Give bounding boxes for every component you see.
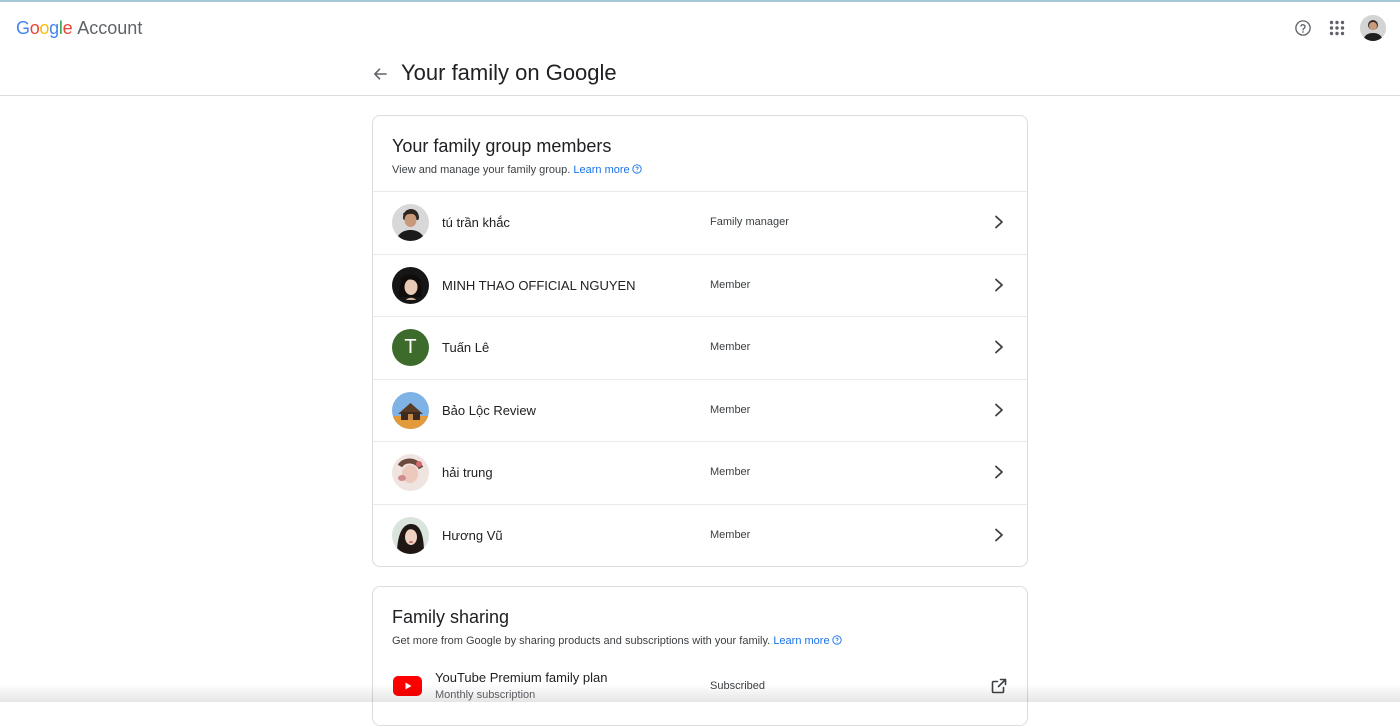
- member-name: hải trung: [442, 465, 493, 480]
- avatar-letter: T: [392, 329, 429, 366]
- member-row[interactable]: Bảo Lộc Review Member: [373, 379, 1027, 442]
- member-name: Bảo Lộc Review: [442, 403, 536, 418]
- members-description-text: View and manage your family group.: [392, 164, 570, 176]
- member-avatar: [392, 392, 429, 429]
- family-sharing-card: Family sharing Get more from Google by s…: [372, 586, 1028, 726]
- product-name: Account: [77, 18, 142, 39]
- learn-more-label: Learn more: [773, 635, 829, 647]
- help-icon[interactable]: [1286, 11, 1320, 45]
- member-role: Member: [710, 279, 750, 291]
- google-wordmark: Google: [16, 18, 72, 39]
- account-avatar[interactable]: [1360, 15, 1386, 41]
- learn-more-label: Learn more: [573, 164, 629, 176]
- sharing-card-title: Family sharing: [392, 607, 509, 628]
- learn-more-link[interactable]: Learn more: [773, 635, 841, 647]
- apps-grid-icon[interactable]: [1320, 11, 1354, 45]
- chevron-right-icon: [989, 275, 1009, 295]
- member-row[interactable]: Hương Vũ Member: [373, 504, 1027, 567]
- service-row-youtube-premium[interactable]: YouTube Premium family plan Monthly subs…: [373, 665, 1027, 715]
- chevron-right-icon: [989, 337, 1009, 357]
- google-account-logo[interactable]: Google Account: [16, 18, 142, 39]
- info-icon: [832, 635, 842, 645]
- member-name: MINH THAO OFFICIAL NGUYEN: [442, 278, 636, 293]
- service-status: Subscribed: [710, 680, 765, 692]
- member-avatar: [392, 517, 429, 554]
- member-role: Family manager: [710, 216, 789, 228]
- youtube-icon: [393, 676, 422, 696]
- members-card-description: View and manage your family group. Learn…: [392, 164, 642, 176]
- page-title: Your family on Google: [401, 60, 617, 86]
- sharing-description-text: Get more from Google by sharing products…: [392, 635, 770, 647]
- app-header: Google Account: [0, 2, 1400, 54]
- chevron-right-icon: [989, 525, 1009, 545]
- learn-more-link[interactable]: Learn more: [573, 164, 641, 176]
- chevron-right-icon: [989, 400, 1009, 420]
- page-subheader: Your family on Google: [0, 54, 1400, 96]
- members-card-title: Your family group members: [392, 136, 611, 157]
- chevron-right-icon: [989, 462, 1009, 482]
- members-list: tú trần khắc Family manager MINH THAO OF…: [373, 191, 1027, 566]
- member-row[interactable]: T Tuấn Lê Member: [373, 316, 1027, 379]
- back-arrow-icon[interactable]: [368, 62, 392, 86]
- member-role: Member: [710, 466, 750, 478]
- info-icon: [632, 164, 642, 174]
- sharing-card-description: Get more from Google by sharing products…: [392, 635, 842, 647]
- member-role: Member: [710, 404, 750, 416]
- member-role: Member: [710, 341, 750, 353]
- member-row[interactable]: hải trung Member: [373, 441, 1027, 504]
- member-avatar: [392, 454, 429, 491]
- member-name: tú trần khắc: [442, 215, 510, 230]
- member-avatar: [392, 204, 429, 241]
- member-row[interactable]: tú trần khắc Family manager: [373, 191, 1027, 254]
- member-avatar: T: [392, 329, 429, 366]
- service-name: YouTube Premium family plan: [435, 670, 607, 685]
- external-link-icon[interactable]: [989, 676, 1009, 696]
- family-members-card: Your family group members View and manag…: [372, 115, 1028, 567]
- member-name: Tuấn Lê: [442, 340, 489, 355]
- member-role: Member: [710, 529, 750, 541]
- member-name: Hương Vũ: [442, 528, 503, 543]
- service-subtitle: Monthly subscription: [435, 689, 535, 701]
- member-avatar: [392, 267, 429, 304]
- chevron-right-icon: [989, 212, 1009, 232]
- member-row[interactable]: MINH THAO OFFICIAL NGUYEN Member: [373, 254, 1027, 317]
